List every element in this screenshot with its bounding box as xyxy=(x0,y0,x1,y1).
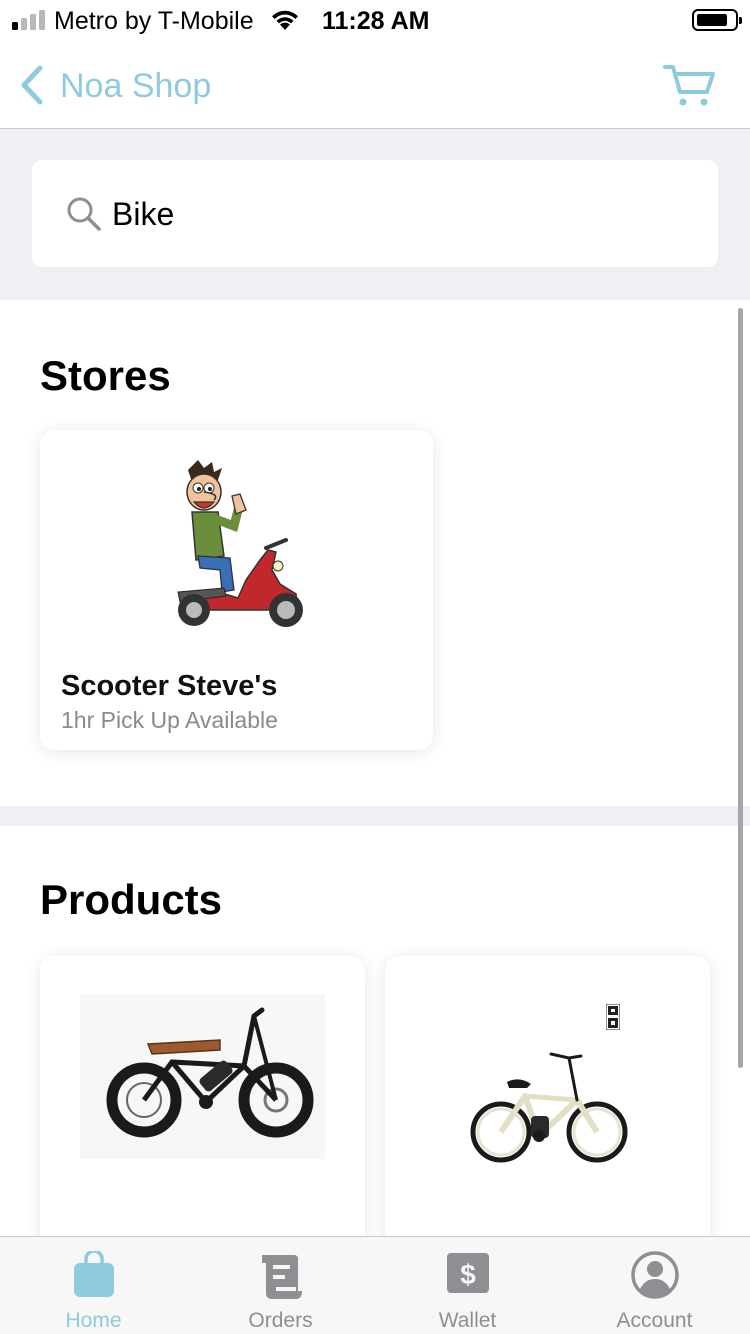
search-bar[interactable] xyxy=(32,160,718,267)
store-card[interactable]: Scooter Steve's 1hr Pick Up Available xyxy=(40,430,433,750)
fat-tire-ebike-image xyxy=(106,1007,314,1138)
cart-icon[interactable] xyxy=(662,62,716,108)
tab-label-home: Home xyxy=(65,1309,122,1332)
product-card[interactable] xyxy=(385,956,710,1236)
status-bar: Metro by T-Mobile 11:28 AM xyxy=(0,0,750,42)
cruiser-ebike-image xyxy=(470,1052,628,1163)
barcode-image xyxy=(606,1004,620,1030)
svg-text:$: $ xyxy=(460,1259,476,1290)
tab-account[interactable]: Account xyxy=(561,1237,748,1334)
tab-label-orders: Orders xyxy=(248,1309,313,1332)
store-name: Scooter Steve's xyxy=(61,670,278,702)
tab-orders[interactable]: Orders xyxy=(187,1237,374,1334)
dollar-icon: $ xyxy=(446,1253,489,1293)
stores-heading: Stores xyxy=(40,352,171,399)
tab-wallet[interactable]: $ Wallet xyxy=(374,1237,561,1334)
section-divider xyxy=(0,806,750,826)
carrier-name: Metro by T-Mobile xyxy=(54,7,254,35)
shopping-bag-icon xyxy=(73,1251,114,1297)
navigation-bar: Noa Shop xyxy=(0,42,750,129)
scooter-rider-image xyxy=(177,460,303,627)
product-card[interactable] xyxy=(40,956,365,1236)
stores-section: Stores Scooter Steve's 1hr Pick Up Avail… xyxy=(0,300,750,806)
chevron-left-icon xyxy=(21,65,43,105)
receipt-icon xyxy=(261,1255,302,1299)
user-circle-icon xyxy=(630,1251,679,1299)
battery-icon xyxy=(692,9,742,31)
products-heading: Products xyxy=(40,876,223,923)
status-time: 11:28 AM xyxy=(322,7,430,35)
signal-strength-icon xyxy=(12,10,45,30)
store-subtitle: 1hr Pick Up Available xyxy=(61,707,278,733)
back-button[interactable]: Noa Shop xyxy=(14,62,211,108)
wifi-icon xyxy=(272,10,298,30)
products-section: Products xyxy=(0,826,750,1236)
search-area xyxy=(0,129,750,300)
nav-title: Noa Shop xyxy=(60,66,212,105)
search-input[interactable] xyxy=(112,188,692,240)
tab-label-account: Account xyxy=(616,1309,693,1332)
tab-label-wallet: Wallet xyxy=(438,1309,497,1332)
tab-bar: Home Orders $ Wallet Account xyxy=(0,1236,750,1334)
tab-home[interactable]: Home xyxy=(0,1237,187,1334)
search-icon xyxy=(67,197,101,231)
scrollbar[interactable] xyxy=(738,308,743,1068)
